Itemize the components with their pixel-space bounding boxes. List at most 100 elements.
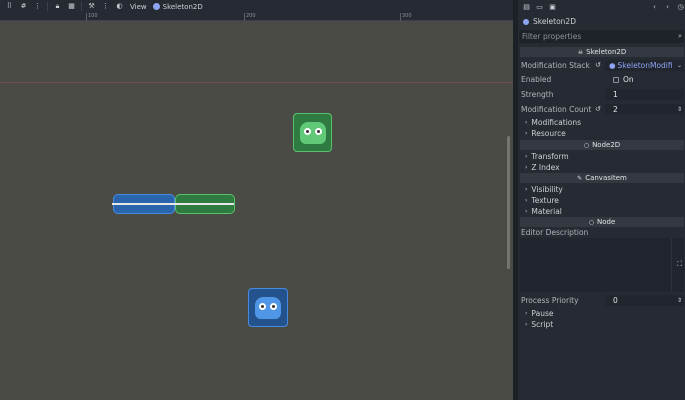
group-script[interactable]: › Script: [525, 319, 553, 329]
skeleton-menu[interactable]: Skeleton2D: [152, 2, 203, 11]
history-icon[interactable]: ◷: [676, 3, 685, 12]
prop-label: Process Priority: [521, 296, 579, 305]
section-node2d: ○ Node2D: [520, 140, 684, 150]
strength-value: 1: [613, 90, 618, 99]
toolbar-divider: [47, 2, 48, 11]
revert-icon[interactable]: ↺: [595, 105, 601, 113]
ruler-label: 200: [246, 13, 256, 19]
transform-snap-icon[interactable]: ⠿: [5, 2, 14, 11]
group-label: Visibility: [531, 184, 563, 194]
modification-stack-picker[interactable]: ● SkeletonModifi ⌄: [605, 60, 684, 71]
eye: [314, 127, 322, 135]
canvas-toolbar: ⠿ # ⋮ 🔒︎ ▦ ⚒ ⋮ ◐ View Skeleton2D: [0, 0, 513, 13]
filter-properties-input[interactable]: Filter properties ⌕: [519, 30, 684, 43]
expand-icon[interactable]: ⛶: [677, 260, 682, 269]
view-menu[interactable]: View: [130, 3, 147, 11]
modification-count-field[interactable]: 2 ⇕: [605, 104, 684, 115]
godot-logo-icon: [255, 296, 281, 319]
inspector-node-name: Skeleton2D: [533, 17, 576, 26]
prop-enabled: Enabled: [521, 74, 551, 85]
section-skeleton2d: ☠ Skeleton2D: [520, 47, 684, 57]
group-visibility[interactable]: › Visibility: [525, 184, 563, 194]
node2d-icon: ○: [583, 141, 590, 149]
ruler-tick: [86, 13, 87, 21]
skeleton-icon: [152, 3, 160, 10]
node-icon: ○: [588, 218, 594, 226]
grid-snap-icon[interactable]: #: [19, 2, 28, 11]
group-icon[interactable]: ▦: [67, 2, 76, 11]
more-options-icon[interactable]: ⋮: [101, 2, 110, 11]
ruler-label: 300: [402, 13, 412, 19]
modification-stack-value: SkeletonModifi: [617, 61, 673, 70]
eye: [259, 302, 266, 310]
enabled-checkbox[interactable]: On: [605, 74, 684, 85]
bone-line[interactable]: [112, 203, 234, 205]
chevron-right-icon: ›: [525, 196, 528, 204]
filter-placeholder: Filter properties: [522, 32, 582, 41]
new-resource-icon[interactable]: ▤: [522, 3, 531, 12]
prop-strength: Strength: [521, 89, 553, 100]
viewport-scrollbar[interactable]: [507, 136, 510, 269]
group-modifications[interactable]: › Modifications: [525, 117, 581, 127]
prop-label: Modification Count: [521, 105, 592, 114]
group-label: Script: [531, 319, 554, 329]
godot-sprite-green[interactable]: [293, 113, 332, 152]
open-folder-icon[interactable]: ▭: [535, 3, 544, 12]
section-label: Node2D: [592, 141, 621, 149]
chevron-down-icon[interactable]: ⌄: [677, 62, 682, 69]
skeleton-icon: [523, 18, 529, 25]
bone-tool-icon[interactable]: ⚒: [87, 2, 96, 11]
view-options-icon[interactable]: ◐: [115, 2, 124, 11]
strength-field[interactable]: 1: [605, 89, 684, 100]
group-label: Z Index: [531, 162, 560, 172]
section-canvasitem: ✎ CanvasItem: [520, 173, 684, 183]
enabled-value: On: [623, 75, 634, 84]
group-z-index[interactable]: › Z Index: [525, 162, 560, 172]
ruler-tick: [400, 13, 401, 21]
textarea-scrollbar[interactable]: [671, 238, 672, 292]
search-icon: ⌕: [678, 32, 682, 40]
eye: [303, 127, 311, 135]
prop-process-priority: Process Priority: [521, 295, 579, 306]
prop-label: Strength: [521, 90, 554, 99]
chevron-right-icon: ›: [525, 152, 528, 160]
group-resource[interactable]: › Resource: [525, 128, 566, 138]
lock-icon[interactable]: 🔒︎: [53, 2, 62, 11]
group-pause[interactable]: › Pause: [525, 308, 553, 318]
section-node: ○ Node: [520, 217, 684, 227]
editor-description-textarea[interactable]: ⛶: [520, 238, 684, 292]
group-material[interactable]: › Material: [525, 206, 562, 216]
prop-label: Modification Stack: [521, 61, 590, 70]
modification-count-value: 2: [613, 105, 618, 114]
group-label: Texture: [531, 195, 559, 205]
chevron-right-icon: ›: [525, 163, 528, 171]
process-priority-value: 0: [613, 296, 618, 305]
chevron-right-icon: ›: [525, 185, 528, 193]
eye: [270, 302, 277, 310]
group-transform[interactable]: › Transform: [525, 151, 569, 161]
godot-sprite-blue[interactable]: [248, 288, 288, 327]
group-label: Material: [531, 206, 562, 216]
group-label: Pause: [531, 308, 554, 318]
revert-icon[interactable]: ↺: [595, 61, 601, 69]
canvas-viewport[interactable]: [0, 21, 513, 400]
chevron-right-icon: ›: [525, 320, 528, 328]
group-texture[interactable]: › Texture: [525, 195, 559, 205]
skeleton-menu-label: Skeleton2D: [162, 2, 203, 11]
x-axis-line: [0, 82, 513, 83]
ruler-label: 100: [88, 13, 98, 19]
resource-icon: ●: [609, 61, 616, 70]
history-forward-icon[interactable]: ›: [663, 3, 672, 12]
more-options-icon[interactable]: ⋮: [33, 2, 42, 11]
section-label: Skeleton2D: [586, 48, 627, 56]
prop-modification-stack: Modification Stack: [521, 60, 590, 71]
save-icon[interactable]: ▣: [548, 3, 557, 12]
section-label: CanvasItem: [585, 174, 627, 182]
chevron-right-icon: ›: [525, 207, 528, 215]
process-priority-field[interactable]: 0 ⇕: [605, 295, 684, 306]
horizontal-ruler[interactable]: 100 200 300: [0, 13, 513, 21]
prop-label: Editor Description: [521, 228, 589, 237]
history-back-icon[interactable]: ‹: [650, 3, 659, 12]
spinner-icon[interactable]: ⇕: [677, 106, 682, 113]
spinner-icon[interactable]: ⇕: [677, 297, 682, 304]
